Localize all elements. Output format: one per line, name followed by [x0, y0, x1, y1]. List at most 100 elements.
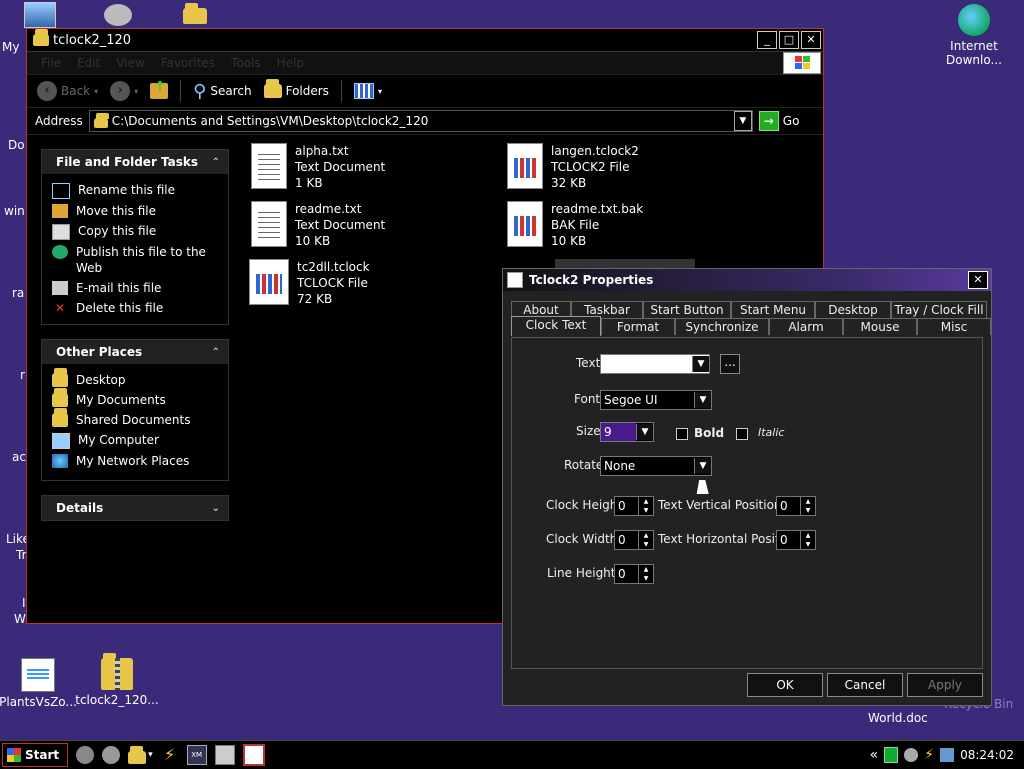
folder-icon[interactable] [183, 3, 207, 24]
raccoon-launcher-icon[interactable] [76, 746, 95, 764]
maximize-button[interactable]: □ [779, 31, 799, 49]
menu-file[interactable]: File [41, 56, 61, 70]
tclock-task-icon[interactable] [242, 744, 265, 766]
file-item[interactable]: tc2dll.tclock TCLOCK File 72 KB [249, 259, 370, 307]
rotate-combo[interactable]: None ▼ [600, 456, 712, 476]
views-button[interactable]: ▾ [350, 83, 386, 99]
raccoon-launcher-icon[interactable] [102, 746, 121, 764]
green-tray-icon[interactable] [884, 747, 899, 763]
copy-file-link[interactable]: Copy this file [42, 221, 228, 242]
panel-header[interactable]: Other Places ⌃ [42, 340, 228, 364]
tab-mouse[interactable]: Mouse [843, 318, 917, 335]
file-item[interactable]: readme.txt.bak BAK File 10 KB [507, 201, 643, 249]
publish-file-link[interactable]: Publish this file to the Web [42, 242, 228, 278]
tab-desktop[interactable]: Desktop [815, 301, 891, 318]
file-item[interactable]: langen.tclock2 TCLOCK2 File 32 KB [507, 143, 639, 191]
tray-app-icon[interactable] [904, 748, 919, 762]
delete-file-link[interactable]: ✕ Delete this file [42, 298, 228, 318]
bold-checkbox[interactable] [676, 428, 688, 440]
folder-launcher-icon[interactable] [128, 745, 147, 764]
apply-button[interactable]: Apply [907, 673, 983, 697]
spin-up-icon[interactable]: ▲ [639, 497, 653, 506]
ok-button[interactable]: OK [747, 673, 823, 697]
address-dropdown-button[interactable]: ▼ [733, 111, 752, 131]
computer-launcher-icon[interactable] [214, 745, 235, 765]
place-desktop[interactable]: Desktop [42, 368, 228, 390]
chevron-down-icon[interactable]: ▼ [694, 392, 711, 408]
place-my-network-places[interactable]: My Network Places [42, 451, 228, 471]
desktop-icon-label[interactable]: World.doc [868, 711, 928, 725]
raccoon-icon[interactable] [104, 4, 132, 26]
explorer-titlebar[interactable]: tclock2_120 _ □ ✕ [27, 29, 823, 52]
tab-tray-clock-fill[interactable]: Tray / Clock Fill [891, 301, 987, 318]
chevron-down-icon[interactable]: ▾ [148, 750, 153, 760]
place-shared-documents[interactable]: Shared Documents [42, 408, 228, 430]
desktop-icon-plantsvszombies[interactable]: PlantsVsZo... [0, 658, 83, 709]
tab-misc[interactable]: Misc [917, 318, 991, 335]
menu-tools[interactable]: Tools [231, 56, 261, 70]
italic-checkbox[interactable] [736, 428, 748, 440]
folders-button[interactable]: Folders [260, 79, 333, 98]
start-button[interactable]: Start [2, 743, 69, 767]
tclock2-properties-dialog[interactable]: Tclock2 Properties ✕ About Taskbar Start… [502, 268, 992, 706]
spin-up-icon[interactable]: ▲ [639, 531, 653, 540]
text-vertical-position-spinner[interactable]: 0 ▲ ▼ [776, 496, 816, 516]
desktop-icon-tclock-zip[interactable]: tclock2_120... [72, 653, 162, 707]
spin-down-icon[interactable]: ▼ [801, 540, 815, 549]
spin-down-icon[interactable]: ▼ [639, 574, 653, 583]
network-tray-icon[interactable] [940, 748, 955, 762]
my-computer-icon[interactable] [24, 2, 56, 28]
search-button[interactable]: ⚲ Search [189, 81, 255, 102]
email-file-link[interactable]: E-mail this file [42, 278, 228, 298]
close-button[interactable]: ✕ [801, 31, 821, 49]
spin-up-icon[interactable]: ▲ [801, 531, 815, 540]
spin-down-icon[interactable]: ▼ [639, 506, 653, 515]
tab-clock-text[interactable]: Clock Text [511, 316, 601, 336]
clock[interactable]: 08:24:02 [960, 748, 1014, 762]
tab-alarm[interactable]: Alarm [769, 318, 843, 335]
spin-up-icon[interactable]: ▲ [639, 565, 653, 574]
size-combo[interactable]: 9 ▼ [600, 422, 654, 442]
menu-help[interactable]: Help [277, 56, 304, 70]
flash-launcher-icon[interactable]: ⚡ [161, 746, 179, 764]
clock-height-spinner[interactable]: 0 ▲ ▼ [614, 496, 654, 516]
flash-tray-icon[interactable]: ⚡ [924, 747, 934, 763]
dialog-close-button[interactable]: ✕ [968, 271, 988, 289]
tray-chevron[interactable]: « [870, 747, 879, 763]
xm-launcher-icon[interactable]: XM [186, 745, 207, 765]
tab-start-button[interactable]: Start Button [643, 301, 731, 318]
back-button[interactable]: ‹ Back ▾ [33, 81, 102, 101]
spin-down-icon[interactable]: ▼ [801, 506, 815, 515]
tab-start-menu[interactable]: Start Menu [731, 301, 815, 318]
up-folder-button[interactable]: ↑ [146, 79, 172, 99]
file-item[interactable]: readme.txt Text Document 10 KB [251, 201, 385, 249]
chevron-down-icon[interactable]: ▼ [694, 458, 711, 474]
menu-favorites[interactable]: Favorites [161, 56, 215, 70]
dialog-titlebar[interactable]: Tclock2 Properties ✕ [503, 269, 991, 291]
move-file-link[interactable]: Move this file [42, 201, 228, 221]
menu-view[interactable]: View [116, 56, 144, 70]
chevron-down-icon[interactable]: ▼ [636, 424, 653, 440]
text-horizontal-position-spinner[interactable]: 0 ▲ ▼ [776, 530, 816, 550]
forward-button[interactable]: › ▾ [106, 81, 142, 101]
panel-header[interactable]: Details ⌄ [42, 496, 228, 520]
clock-width-spinner[interactable]: 0 ▲ ▼ [614, 530, 654, 550]
font-combo[interactable]: Segoe UI ▼ [600, 390, 712, 410]
desktop-icon-internet-download[interactable]: Internet Downlo... [929, 4, 1019, 67]
menu-edit[interactable]: Edit [77, 56, 100, 70]
panel-header[interactable]: File and Folder Tasks ⌃ [42, 150, 228, 174]
spin-down-icon[interactable]: ▼ [639, 540, 653, 549]
chevron-down-icon[interactable]: ▼ [692, 356, 709, 372]
text-browse-button[interactable]: ... [720, 354, 740, 374]
spin-up-icon[interactable]: ▲ [801, 497, 815, 506]
minimize-button[interactable]: _ [757, 31, 777, 49]
place-my-computer[interactable]: My Computer [42, 430, 228, 451]
text-combo[interactable]: ▼ [600, 354, 710, 374]
place-my-documents[interactable]: My Documents [42, 388, 228, 410]
cancel-button[interactable]: Cancel [827, 673, 903, 697]
go-button[interactable]: → Go [758, 111, 799, 131]
rename-file-link[interactable]: Rename this file [42, 180, 228, 201]
file-item[interactable]: alpha.txt Text Document 1 KB [251, 143, 385, 191]
tab-format[interactable]: Format [601, 318, 675, 335]
tab-synchronize[interactable]: Synchronize [675, 318, 769, 335]
